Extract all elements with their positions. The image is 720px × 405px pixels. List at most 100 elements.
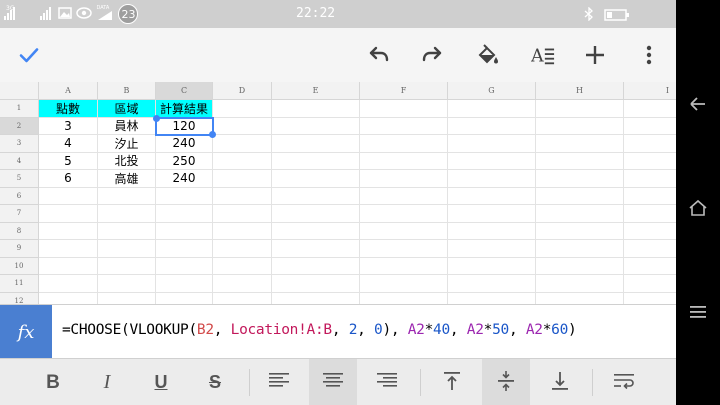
cell-h9[interactable] <box>536 240 624 258</box>
cell-g1[interactable] <box>448 100 536 118</box>
cell-c9[interactable] <box>156 240 213 258</box>
cell-a4[interactable]: 5 <box>39 152 98 170</box>
cell-g10[interactable] <box>448 257 536 275</box>
cell-g3[interactable] <box>448 135 536 153</box>
cell-d3[interactable] <box>213 135 272 153</box>
cell-c1[interactable]: 計算結果 <box>156 100 213 118</box>
cell-d6[interactable] <box>213 187 272 205</box>
column-header-i[interactable]: I <box>624 82 676 100</box>
valign-middle-button[interactable] <box>482 359 530 405</box>
row-header-2[interactable]: 2 <box>0 117 39 135</box>
cell-h4[interactable] <box>536 152 624 170</box>
cell-e1[interactable] <box>272 100 360 118</box>
cell-i12[interactable] <box>624 293 676 305</box>
text-format-icon[interactable]: A <box>531 43 555 67</box>
cell-e5[interactable] <box>272 170 360 188</box>
cell-b1[interactable]: 區域 <box>98 100 156 118</box>
add-icon[interactable] <box>583 43 607 67</box>
cell-b5[interactable]: 高雄 <box>98 170 156 188</box>
cell-d7[interactable] <box>213 205 272 223</box>
cell-a8[interactable] <box>39 222 98 240</box>
select-all-corner[interactable] <box>0 82 39 100</box>
cell-a10[interactable] <box>39 257 98 275</box>
valign-bottom-button[interactable] <box>536 359 584 405</box>
home-icon[interactable] <box>686 196 710 220</box>
row-header-9[interactable]: 9 <box>0 240 39 258</box>
cell-g2[interactable] <box>448 117 536 135</box>
cell-f7[interactable] <box>360 205 448 223</box>
cell-i7[interactable] <box>624 205 676 223</box>
row-header-6[interactable]: 6 <box>0 187 39 205</box>
cell-b6[interactable] <box>98 187 156 205</box>
formula-text[interactable]: =CHOOSE(VLOOKUP(B2, Location!A:B, 2, 0),… <box>62 322 577 338</box>
cell-g4[interactable] <box>448 152 536 170</box>
cell-a12[interactable] <box>39 292 98 304</box>
cell-g12[interactable] <box>448 292 536 304</box>
cell-b8[interactable] <box>98 222 156 240</box>
cell-d11[interactable] <box>213 275 272 293</box>
cell-c3[interactable]: 240 <box>156 135 213 153</box>
cell-h8[interactable] <box>536 222 624 240</box>
cell-f2[interactable] <box>360 117 448 135</box>
cell-b10[interactable] <box>98 257 156 275</box>
cell-d4[interactable] <box>213 152 272 170</box>
cell-b2[interactable]: 員林 <box>98 117 156 135</box>
wrap-text-button[interactable] <box>600 359 648 405</box>
column-header-e[interactable]: E <box>272 82 360 100</box>
cell-g6[interactable] <box>448 187 536 205</box>
more-vert-icon[interactable] <box>637 43 661 67</box>
cell-h6[interactable] <box>536 187 624 205</box>
cell-h1[interactable] <box>536 100 624 118</box>
undo-icon[interactable] <box>366 43 390 67</box>
cell-c6[interactable] <box>156 187 213 205</box>
cell-e4[interactable] <box>272 152 360 170</box>
row-header-11[interactable]: 11 <box>0 275 39 293</box>
cell-i2[interactable] <box>624 118 676 135</box>
cell-f3[interactable] <box>360 135 448 153</box>
row-header-4[interactable]: 4 <box>0 152 39 170</box>
italic-button[interactable]: I <box>84 359 130 405</box>
cell-d1[interactable] <box>213 100 272 118</box>
cell-a3[interactable]: 4 <box>39 135 98 153</box>
cell-f1[interactable] <box>360 100 448 118</box>
cell-e6[interactable] <box>272 187 360 205</box>
selection-handle-bottom-right[interactable] <box>209 131 216 138</box>
cell-b9[interactable] <box>98 240 156 258</box>
cell-c7[interactable] <box>156 205 213 223</box>
fill-color-icon[interactable] <box>476 43 500 67</box>
cell-f5[interactable] <box>360 170 448 188</box>
cell-a6[interactable] <box>39 187 98 205</box>
cell-e11[interactable] <box>272 275 360 293</box>
cell-g8[interactable] <box>448 222 536 240</box>
cell-f4[interactable] <box>360 152 448 170</box>
cell-g5[interactable] <box>448 170 536 188</box>
cell-d10[interactable] <box>213 257 272 275</box>
cell-f11[interactable] <box>360 275 448 293</box>
row-header-12[interactable]: 12 <box>0 292 39 304</box>
underline-button[interactable]: U <box>138 359 184 405</box>
cell-d2[interactable] <box>213 117 272 135</box>
cell-e7[interactable] <box>272 205 360 223</box>
cell-i5[interactable] <box>624 170 676 188</box>
menu-icon[interactable] <box>686 300 710 324</box>
cell-a9[interactable] <box>39 240 98 258</box>
cell-f12[interactable] <box>360 292 448 304</box>
bold-button[interactable]: B <box>30 359 76 405</box>
cell-i3[interactable] <box>624 135 676 153</box>
valign-top-button[interactable] <box>428 359 476 405</box>
cell-g7[interactable] <box>448 205 536 223</box>
cell-i10[interactable] <box>624 258 676 275</box>
cell-h12[interactable] <box>536 292 624 304</box>
cell-h7[interactable] <box>536 205 624 223</box>
cell-d9[interactable] <box>213 240 272 258</box>
cell-e10[interactable] <box>272 257 360 275</box>
column-header-a[interactable]: A <box>39 82 98 100</box>
strikethrough-button[interactable]: S <box>192 359 238 405</box>
cell-h11[interactable] <box>536 275 624 293</box>
cell-a11[interactable] <box>39 275 98 293</box>
cell-b12[interactable] <box>98 292 156 304</box>
cell-c4[interactable]: 250 <box>156 152 213 170</box>
cell-h2[interactable] <box>536 117 624 135</box>
cell-g11[interactable] <box>448 275 536 293</box>
cell-b3[interactable]: 汐止 <box>98 135 156 153</box>
